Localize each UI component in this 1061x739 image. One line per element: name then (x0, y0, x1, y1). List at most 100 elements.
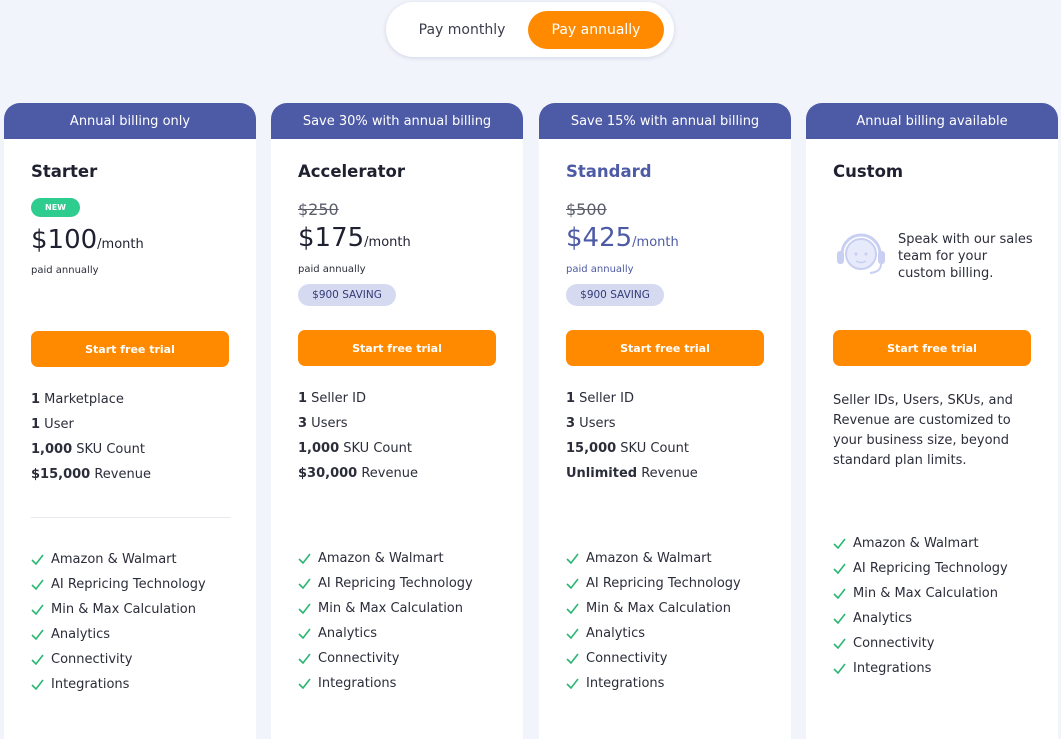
plan-banner: Annual billing available (806, 103, 1058, 139)
feature-item: Connectivity (298, 646, 473, 671)
feature-label: Analytics (853, 611, 913, 626)
original-price: $500 (566, 200, 607, 219)
feature-item: Integrations (31, 672, 206, 697)
feature-list: Amazon & Walmart AI Repricing Technology M… (566, 546, 741, 696)
check-icon (833, 563, 846, 574)
custom-plan-description: Seller IDs, Users, SKUs, and Revenue are… (833, 393, 1013, 468)
feature-list: Amazon & Walmart AI Repricing Technology M… (833, 531, 1008, 681)
feature-item: Min & Max Calculation (833, 581, 1008, 606)
spec-row: Unlimited Revenue (566, 466, 698, 481)
feature-label: Analytics (586, 626, 646, 641)
feature-item: Min & Max Calculation (31, 597, 206, 622)
feature-label: Connectivity (853, 636, 935, 651)
plan-specs: 1 Seller ID 3 Users 15,000 SKU Count Unl… (566, 386, 698, 486)
check-icon (298, 578, 311, 589)
check-icon (31, 579, 44, 590)
plan-card-starter: Annual billing only Starter NEW $100/mon… (4, 103, 256, 739)
spec-row: 1,000 SKU Count (31, 442, 145, 457)
check-icon (298, 603, 311, 614)
feature-item: Analytics (566, 621, 741, 646)
feature-label: Integrations (318, 676, 397, 691)
feature-item: Analytics (31, 622, 206, 647)
feature-item: Analytics (833, 606, 1008, 631)
feature-item: Integrations (566, 671, 741, 696)
feature-label: Min & Max Calculation (586, 601, 731, 616)
feature-label: Integrations (853, 661, 932, 676)
headset-agent-icon (837, 233, 885, 274)
spec-row: 1 User (31, 417, 74, 432)
spec-row: 3 Users (566, 416, 616, 431)
feature-label: AI Repricing Technology (853, 561, 1008, 576)
spec-row: 1 Seller ID (298, 391, 366, 406)
feature-label: Min & Max Calculation (51, 602, 196, 617)
plan-card-custom: Annual billing available Custom Speak wi… (806, 103, 1058, 739)
spec-row: $15,000 Revenue (31, 467, 151, 482)
feature-item: AI Repricing Technology (833, 556, 1008, 581)
plan-name: Custom (833, 162, 904, 181)
contact-sales-text: Speak with our sales team for your custo… (898, 232, 1033, 281)
plan-card-standard: Save 15% with annual billing Standard $5… (539, 103, 791, 739)
check-icon (833, 638, 846, 649)
plan-banner: Save 30% with annual billing (271, 103, 523, 139)
feature-label: Connectivity (318, 651, 400, 666)
feature-item: Amazon & Walmart (298, 546, 473, 571)
check-icon (566, 553, 579, 564)
feature-label: Integrations (586, 676, 665, 691)
paid-note: paid annually (566, 264, 634, 275)
check-icon (833, 588, 846, 599)
start-free-trial-button[interactable]: Start free trial (31, 331, 229, 367)
feature-label: Connectivity (51, 652, 133, 667)
spec-row: 1 Seller ID (566, 391, 634, 406)
start-free-trial-button[interactable]: Start free trial (298, 330, 496, 366)
feature-item: Min & Max Calculation (298, 596, 473, 621)
start-free-trial-button[interactable]: Start free trial (833, 330, 1031, 366)
plan-banner: Save 15% with annual billing (539, 103, 791, 139)
check-icon (566, 603, 579, 614)
check-icon (31, 654, 44, 665)
check-icon (566, 628, 579, 639)
spec-row: 1,000 SKU Count (298, 441, 412, 456)
feature-label: Min & Max Calculation (318, 601, 463, 616)
check-icon (31, 629, 44, 640)
feature-label: Integrations (51, 677, 130, 692)
plan-name: Accelerator (298, 162, 406, 181)
saving-badge: $900 SAVING (566, 284, 664, 306)
check-icon (833, 613, 846, 624)
feature-label: Min & Max Calculation (853, 586, 998, 601)
start-free-trial-button[interactable]: Start free trial (566, 330, 764, 366)
paid-note: paid annually (31, 265, 99, 276)
feature-item: Analytics (298, 621, 473, 646)
feature-list: Amazon & Walmart AI Repricing Technology M… (298, 546, 473, 696)
plan-banner: Annual billing only (4, 103, 256, 139)
saving-badge: $900 SAVING (298, 284, 396, 306)
check-icon (298, 628, 311, 639)
check-icon (833, 538, 846, 549)
feature-label: Analytics (51, 627, 111, 642)
plan-price: $425/month (566, 223, 679, 253)
feature-label: Analytics (318, 626, 378, 641)
feature-item: Connectivity (31, 647, 206, 672)
check-icon (566, 578, 579, 589)
check-icon (31, 604, 44, 615)
plan-name: Standard (566, 162, 652, 181)
new-badge: NEW (31, 198, 80, 217)
check-icon (566, 653, 579, 664)
feature-item: AI Repricing Technology (566, 571, 741, 596)
feature-item: Amazon & Walmart (31, 547, 206, 572)
spec-row: $30,000 Revenue (298, 466, 418, 481)
pay-annually-option[interactable]: Pay annually (528, 11, 664, 49)
feature-item: Connectivity (833, 631, 1008, 656)
pay-monthly-option[interactable]: Pay monthly (400, 11, 524, 49)
feature-item: Integrations (833, 656, 1008, 681)
feature-label: AI Repricing Technology (586, 576, 741, 591)
check-icon (31, 554, 44, 565)
feature-item: Amazon & Walmart (566, 546, 741, 571)
feature-item: Integrations (298, 671, 473, 696)
check-icon (298, 553, 311, 564)
feature-item: AI Repricing Technology (31, 572, 206, 597)
feature-item: Min & Max Calculation (566, 596, 741, 621)
check-icon (31, 679, 44, 690)
plan-card-accelerator: Save 30% with annual billing Accelerator… (271, 103, 523, 739)
paid-note: paid annually (298, 264, 366, 275)
plan-specs: 1 Seller ID 3 Users 1,000 SKU Count $30,… (298, 386, 418, 486)
